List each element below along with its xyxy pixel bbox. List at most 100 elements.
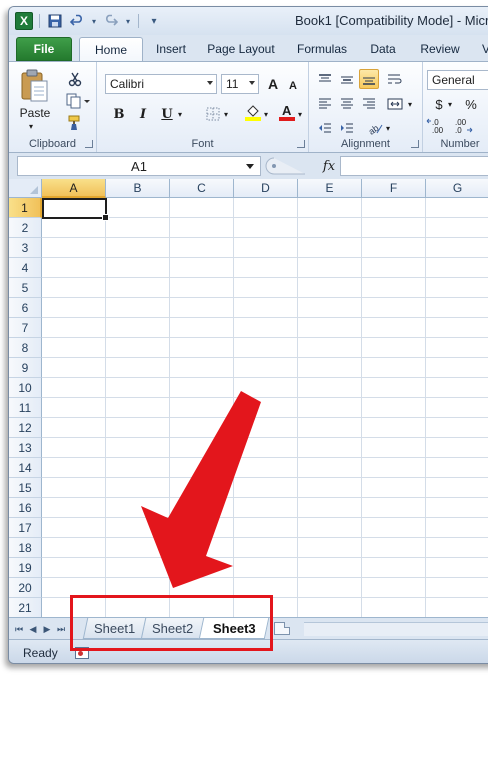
- clipboard-launcher-icon[interactable]: [85, 140, 93, 148]
- select-all-button[interactable]: [9, 179, 42, 198]
- font-name-combo[interactable]: Calibri: [105, 74, 217, 94]
- cut-icon[interactable]: [65, 70, 85, 88]
- row-header-14[interactable]: 14: [9, 458, 42, 478]
- next-sheet-icon[interactable]: ▶: [41, 622, 53, 636]
- orientation-dropdown-icon[interactable]: ▾: [383, 118, 393, 138]
- align-bottom-icon[interactable]: [359, 69, 379, 89]
- row-header-20[interactable]: 20: [9, 578, 42, 598]
- row-header-11[interactable]: 11: [9, 398, 42, 418]
- decrease-indent-icon[interactable]: [315, 118, 335, 138]
- column-header-f[interactable]: F: [362, 179, 426, 198]
- decrease-decimal-button[interactable]: .00.0: [451, 116, 475, 136]
- align-center-icon[interactable]: [337, 94, 357, 114]
- underline-dropdown-icon[interactable]: ▾: [175, 104, 185, 124]
- row-header-16[interactable]: 16: [9, 498, 42, 518]
- font-color-icon[interactable]: A: [277, 102, 297, 122]
- tab-view[interactable]: V: [479, 37, 488, 61]
- row-header-9[interactable]: 9: [9, 358, 42, 378]
- tab-data[interactable]: Data: [361, 37, 405, 61]
- tab-review[interactable]: Review: [411, 37, 469, 61]
- borders-icon[interactable]: [203, 104, 223, 124]
- tab-insert[interactable]: Insert: [147, 37, 195, 61]
- row-header-13[interactable]: 13: [9, 438, 42, 458]
- paste-button[interactable]: Paste: [15, 106, 55, 120]
- row-header-19[interactable]: 19: [9, 558, 42, 578]
- row-header-15[interactable]: 15: [9, 478, 42, 498]
- redo-dropdown-icon[interactable]: ▾: [124, 12, 132, 30]
- row-header-7[interactable]: 7: [9, 318, 42, 338]
- merge-dropdown-icon[interactable]: ▾: [405, 94, 415, 114]
- percent-button[interactable]: %: [461, 94, 481, 114]
- font-size-combo[interactable]: 11: [221, 74, 259, 94]
- tab-file[interactable]: File: [16, 37, 72, 61]
- row-header-10[interactable]: 10: [9, 378, 42, 398]
- row-header-8[interactable]: 8: [9, 338, 42, 358]
- prev-sheet-icon[interactable]: ◀: [27, 622, 39, 636]
- save-icon[interactable]: [46, 12, 64, 30]
- orientation-icon[interactable]: ab: [365, 118, 385, 138]
- format-painter-icon[interactable]: [65, 114, 85, 132]
- number-format-combo[interactable]: General: [427, 70, 488, 90]
- fill-color-icon[interactable]: [243, 102, 263, 122]
- svg-text:A: A: [282, 103, 292, 118]
- tab-home[interactable]: Home: [79, 37, 143, 61]
- currency-dropdown-icon[interactable]: ▾: [445, 94, 455, 114]
- undo-icon[interactable]: [68, 12, 86, 30]
- paste-icon[interactable]: [17, 68, 51, 104]
- increase-decimal-button[interactable]: .0.00: [425, 116, 449, 136]
- formula-splitter-icon[interactable]: [265, 157, 309, 175]
- tab-formulas[interactable]: Formulas: [287, 37, 357, 61]
- row-header-5[interactable]: 5: [9, 278, 42, 298]
- horizontal-scrollbar[interactable]: [304, 622, 488, 636]
- column-header-c[interactable]: C: [170, 179, 234, 198]
- merge-center-icon[interactable]: [385, 94, 405, 114]
- align-middle-icon[interactable]: [337, 70, 357, 90]
- active-cell-a1[interactable]: [42, 198, 109, 221]
- row-header-17[interactable]: 17: [9, 518, 42, 538]
- font-launcher-icon[interactable]: [297, 140, 305, 148]
- sheet-tab-sheet3[interactable]: Sheet3: [198, 618, 270, 639]
- increase-indent-icon[interactable]: [337, 118, 357, 138]
- formula-input[interactable]: [340, 156, 488, 176]
- column-header-b[interactable]: B: [106, 179, 170, 198]
- italic-button[interactable]: I: [133, 104, 153, 124]
- column-header-e[interactable]: E: [298, 179, 362, 198]
- redo-icon[interactable]: [102, 12, 120, 30]
- row-header-1[interactable]: 1: [9, 198, 42, 218]
- row-header-12[interactable]: 12: [9, 418, 42, 438]
- row-header-21[interactable]: 21: [9, 598, 42, 617]
- borders-dropdown-icon[interactable]: ▾: [221, 104, 231, 124]
- column-header-g[interactable]: G: [426, 179, 488, 198]
- font-color-dropdown-icon[interactable]: ▾: [295, 104, 305, 124]
- row-header-6[interactable]: 6: [9, 298, 42, 318]
- tab-page-layout[interactable]: Page Layout: [199, 37, 283, 61]
- wrap-text-icon[interactable]: [385, 70, 405, 90]
- underline-button[interactable]: U: [157, 104, 177, 124]
- shrink-font-button[interactable]: A: [283, 76, 303, 96]
- copy-icon[interactable]: [65, 92, 91, 110]
- row-header-2[interactable]: 2: [9, 218, 42, 238]
- insert-sheet-icon[interactable]: [274, 622, 290, 635]
- column-header-a[interactable]: A: [42, 179, 106, 198]
- insert-function-button[interactable]: fx: [319, 156, 339, 176]
- bold-button[interactable]: B: [109, 104, 129, 124]
- last-sheet-icon[interactable]: ⏭: [55, 622, 67, 636]
- excel-logo-icon[interactable]: X: [15, 12, 33, 30]
- align-right-icon[interactable]: [359, 94, 379, 114]
- column-header-d[interactable]: D: [234, 179, 298, 198]
- alignment-launcher-icon[interactable]: [411, 140, 419, 148]
- undo-dropdown-icon[interactable]: ▾: [90, 12, 98, 30]
- fill-color-dropdown-icon[interactable]: ▾: [261, 104, 271, 124]
- worksheet-grid[interactable]: ABCDEFG 1 2 3 4 5 6 7 8 9 10 11 12 13 14 15 16 17 18 19 20 2…: [9, 179, 488, 617]
- name-box[interactable]: A1: [17, 156, 261, 176]
- align-left-icon[interactable]: [315, 94, 335, 114]
- grow-font-button[interactable]: A: [263, 74, 283, 94]
- row-header-18[interactable]: 18: [9, 538, 42, 558]
- row-header-3[interactable]: 3: [9, 238, 42, 258]
- row-header-4[interactable]: 4: [9, 258, 42, 278]
- first-sheet-icon[interactable]: ⏮: [13, 622, 25, 636]
- align-top-icon[interactable]: [315, 70, 335, 90]
- paste-dropdown-icon[interactable]: ▾: [29, 122, 33, 131]
- customize-qat-icon[interactable]: ▾: [145, 12, 163, 30]
- chevron-down-icon[interactable]: [246, 164, 254, 169]
